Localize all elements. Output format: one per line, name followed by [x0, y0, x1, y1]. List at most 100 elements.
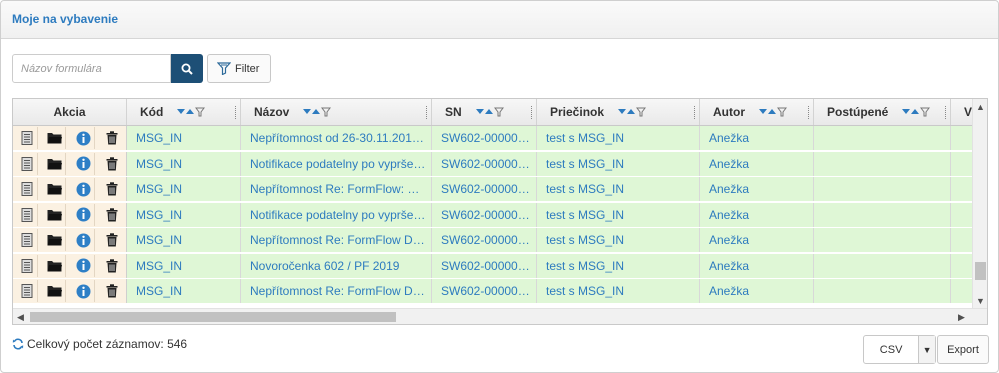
folder-icon[interactable]	[44, 229, 67, 251]
scroll-right-icon[interactable]: ▶	[958, 311, 965, 323]
table-row[interactable]: MSG_IN Nepřítomnost Re: FormFlow D… SW602-…	[13, 279, 973, 305]
cell-nazov[interactable]: Notifikace podatelny po vypršе…	[241, 151, 432, 176]
cell-autor: Anežka	[700, 177, 814, 201]
folder-icon[interactable]	[44, 178, 67, 200]
cell-v	[951, 202, 973, 227]
cell-priecinok: test s MSG_IN	[537, 228, 700, 252]
document-icon[interactable]	[16, 280, 39, 302]
info-icon[interactable]	[73, 280, 95, 302]
export-format-select[interactable]: CSV ▼	[863, 335, 936, 364]
document-icon[interactable]	[16, 203, 39, 226]
cell-kod[interactable]: MSG_IN	[127, 177, 241, 201]
column-header-sn[interactable]: SN	[432, 99, 537, 125]
column-resize-handle[interactable]	[426, 106, 428, 119]
trash-icon[interactable]	[101, 255, 123, 277]
column-header-kod[interactable]: Kód	[127, 99, 241, 125]
cell-autor: Anežka	[700, 253, 814, 278]
cell-priecinok: test s MSG_IN	[537, 151, 700, 176]
scroll-down-icon[interactable]: ▼	[976, 295, 985, 307]
trash-icon[interactable]	[101, 178, 123, 200]
column-resize-handle[interactable]	[694, 106, 696, 119]
table-row[interactable]: MSG_IN Notifikace podatelny po vypršе… SW6…	[13, 202, 973, 228]
scroll-up-icon[interactable]: ▲	[976, 101, 985, 113]
cell-sn: SW602-00000…	[432, 151, 537, 176]
column-header-v[interactable]: V	[951, 99, 973, 125]
cell-nazov[interactable]: Nepřítomnost od 26-30.11.201…	[241, 126, 432, 150]
column-resize-handle[interactable]	[808, 106, 810, 119]
column-header-postupene[interactable]: Postúpené	[814, 99, 951, 125]
export-button[interactable]: Export	[937, 335, 989, 364]
folder-icon[interactable]	[44, 203, 67, 226]
table-row[interactable]: MSG_IN Nepřítomnost Re: FormFlow: … SW602-…	[13, 177, 973, 203]
info-icon[interactable]	[73, 178, 95, 200]
cell-kod[interactable]: MSG_IN	[127, 202, 241, 227]
scroll-left-icon[interactable]: ◀	[17, 311, 24, 323]
sort-icon[interactable]	[475, 107, 504, 117]
row-actions	[13, 228, 127, 252]
cell-priecinok: test s MSG_IN	[537, 279, 700, 303]
info-icon[interactable]	[73, 203, 95, 226]
sort-icon[interactable]	[303, 107, 332, 117]
filter-icon	[217, 62, 231, 75]
document-icon[interactable]	[16, 254, 39, 277]
folder-icon[interactable]	[44, 127, 67, 149]
sort-icon[interactable]	[618, 107, 647, 117]
cell-priecinok: test s MSG_IN	[537, 177, 700, 201]
folder-icon[interactable]	[44, 254, 67, 277]
search-input[interactable]	[12, 54, 171, 83]
trash-icon[interactable]	[101, 127, 123, 149]
column-resize-handle[interactable]	[945, 106, 947, 119]
column-header-priecinok[interactable]: Priečinok	[537, 99, 700, 125]
trash-icon[interactable]	[101, 280, 123, 302]
trash-icon[interactable]	[101, 153, 123, 175]
sort-icon[interactable]	[902, 107, 931, 117]
cell-kod[interactable]: MSG_IN	[127, 151, 241, 176]
folder-icon[interactable]	[44, 152, 67, 175]
info-icon[interactable]	[73, 229, 95, 251]
document-icon[interactable]	[16, 127, 39, 149]
trash-icon[interactable]	[101, 204, 123, 226]
column-header-akcia[interactable]: Akcia	[13, 99, 127, 125]
cell-nazov[interactable]: Nepřítomnost Re: FormFlow D…	[241, 279, 432, 303]
column-header-nazov[interactable]: Názov	[241, 99, 432, 125]
cell-v	[951, 253, 973, 278]
cell-kod[interactable]: MSG_IN	[127, 279, 241, 303]
horizontal-scrollbar[interactable]: ◀ ▶	[13, 308, 987, 324]
cell-nazov[interactable]: Nepřítomnost Re: FormFlow D…	[241, 228, 432, 252]
document-icon[interactable]	[16, 229, 39, 251]
document-icon[interactable]	[16, 152, 39, 175]
cell-nazov[interactable]: Novoročenka 602 / PF 2019	[241, 253, 432, 278]
cell-kod[interactable]: MSG_IN	[127, 126, 241, 150]
vertical-scroll-thumb[interactable]	[975, 262, 986, 280]
chevron-down-icon[interactable]: ▼	[918, 336, 935, 363]
document-icon[interactable]	[16, 178, 39, 200]
table-row[interactable]: MSG_IN Nepřítomnost Re: FormFlow D… SW602-…	[13, 228, 973, 254]
info-icon[interactable]	[73, 127, 95, 149]
filter-button[interactable]: Filter	[207, 54, 271, 83]
vertical-scrollbar[interactable]: ▲ ▼	[972, 99, 987, 310]
column-header-autor[interactable]: Autor	[700, 99, 814, 125]
folder-icon[interactable]	[44, 280, 67, 302]
table-row[interactable]: MSG_IN Nepřítomnost od 26-30.11.201… SW602…	[13, 126, 973, 152]
info-icon[interactable]	[73, 152, 95, 175]
horizontal-scroll-thumb[interactable]	[30, 312, 396, 322]
cell-autor: Anežka	[700, 151, 814, 176]
cell-postupene	[814, 202, 951, 227]
refresh-icon[interactable]	[12, 338, 24, 350]
cell-autor: Anežka	[700, 279, 814, 303]
table-row[interactable]: MSG_IN Novoročenka 602 / PF 2019 SW602-000…	[13, 253, 973, 279]
table-row[interactable]: MSG_IN Notifikace podatelny po vypršе… SW6…	[13, 151, 973, 177]
sort-icon[interactable]	[759, 107, 787, 117]
cell-kod[interactable]: MSG_IN	[127, 253, 241, 278]
cell-priecinok: test s MSG_IN	[537, 126, 700, 150]
cell-nazov[interactable]: Nepřítomnost Re: FormFlow: …	[241, 177, 432, 201]
search-button[interactable]	[171, 54, 203, 83]
cell-nazov[interactable]: Notifikace podatelny po vypršе…	[241, 202, 432, 227]
row-actions	[13, 279, 127, 303]
cell-kod[interactable]: MSG_IN	[127, 228, 241, 252]
sort-icon[interactable]	[177, 107, 206, 117]
trash-icon[interactable]	[101, 229, 123, 251]
column-resize-handle[interactable]	[531, 106, 533, 119]
info-icon[interactable]	[73, 254, 95, 277]
column-resize-handle[interactable]	[235, 106, 237, 119]
